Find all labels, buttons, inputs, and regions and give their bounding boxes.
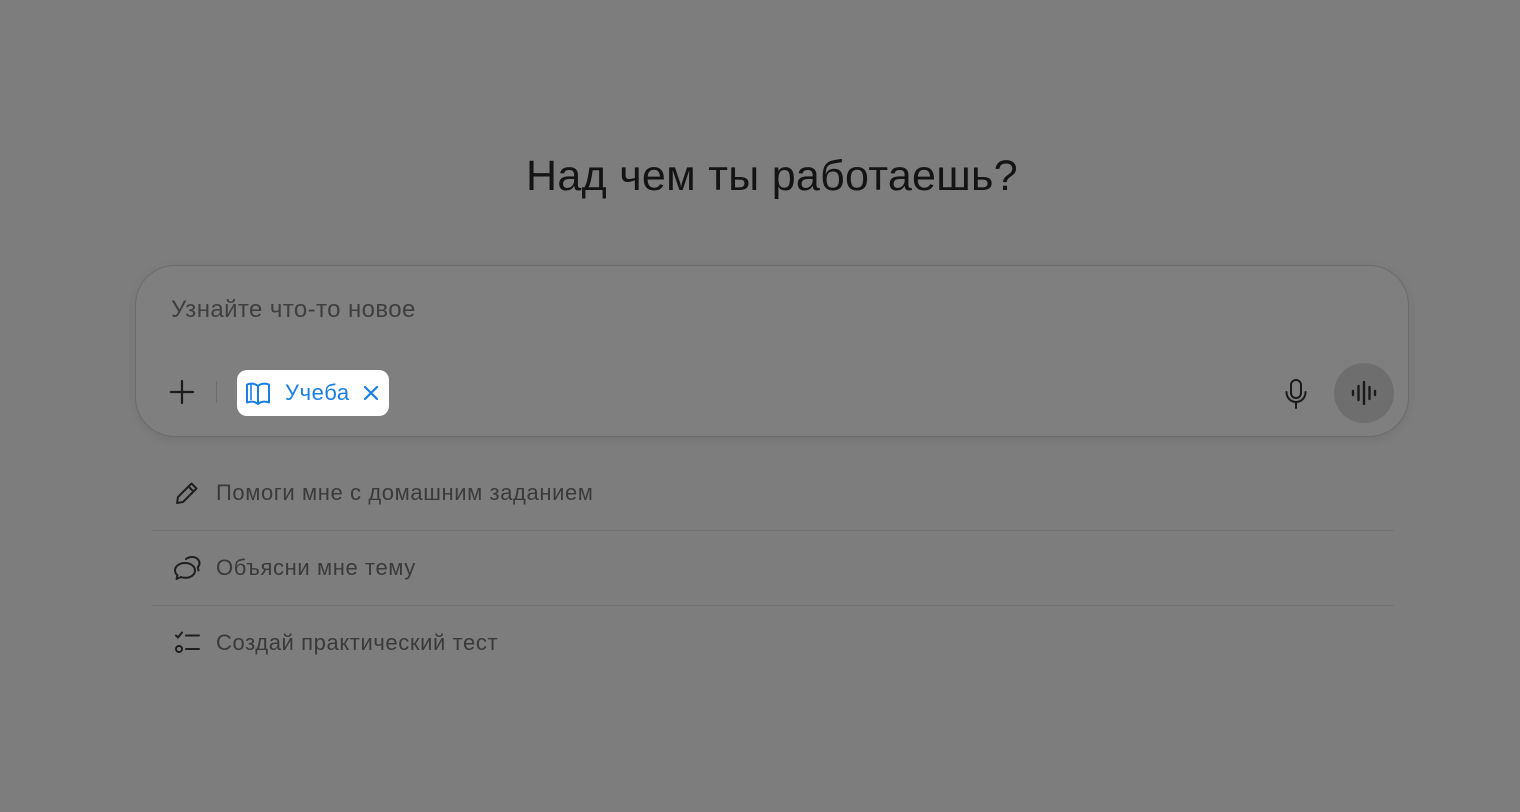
checklist-icon: [175, 631, 200, 653]
study-mode-chip[interactable]: Учеба: [237, 370, 389, 416]
remove-study-mode-button[interactable]: [363, 385, 379, 401]
add-attachment-button[interactable]: [166, 376, 198, 408]
plus-icon: [169, 379, 195, 405]
book-open-icon: [246, 382, 270, 405]
suggestion-explain-topic[interactable]: Объясни мне тему: [152, 530, 1394, 605]
suggestion-label: Создай практический тест: [216, 630, 499, 655]
page-heading: Над чем ты работаешь?: [526, 152, 1018, 200]
suggestion-practice-test[interactable]: Создай практический тест: [152, 605, 1394, 680]
chat-bubbles-icon: [174, 556, 201, 580]
toolbar-divider: [216, 381, 217, 403]
waveform-icon: [1351, 381, 1377, 405]
voice-mode-button[interactable]: [1334, 363, 1394, 423]
page: Над чем ты работаешь? Учеба: [0, 0, 1520, 812]
microphone-icon: [1285, 379, 1307, 409]
study-mode-label: Учеба: [285, 380, 350, 405]
suggestion-label: Объясни мне тему: [216, 555, 416, 580]
close-icon: [363, 385, 378, 401]
suggestion-homework[interactable]: Помоги мне с домашним заданием: [152, 456, 1394, 530]
dictate-button[interactable]: [1281, 377, 1311, 411]
pencil-icon: [176, 482, 198, 504]
suggestion-label: Помоги мне с домашним заданием: [216, 480, 594, 505]
suggestions-list: Помоги мне с домашним заданием Объясни м…: [152, 456, 1394, 680]
prompt-input[interactable]: [171, 296, 1271, 324]
composer: Учеба: [135, 265, 1409, 437]
